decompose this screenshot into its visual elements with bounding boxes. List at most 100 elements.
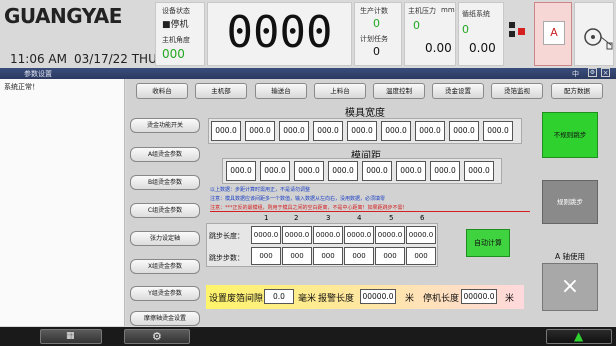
jump-length-cell[interactable]: 0000.0 [282, 226, 312, 244]
settings-button[interactable]: ⚙ [124, 329, 190, 344]
jump-steps-cell[interactable]: 000 [251, 247, 281, 265]
mold-width-cell[interactable]: 000.0 [313, 121, 343, 141]
sidebar: 系统正常！ [0, 79, 125, 326]
jump-steps-cell[interactable]: 000 [344, 247, 374, 265]
jump-steps-label: 跳步步数： [209, 254, 244, 262]
production-count-label: 生产计数 [360, 7, 388, 15]
mold-gap-cell[interactable]: 000.0 [430, 161, 460, 181]
column-header: 2 [294, 214, 299, 222]
alarm-length-input[interactable]: 00000.0 [360, 289, 396, 304]
clock-time: 11:06 AM [10, 52, 67, 66]
mold-gap-cell[interactable]: 000.0 [260, 161, 290, 181]
system-status: 系统正常！ [4, 83, 39, 91]
pressure-unit: mm [441, 6, 455, 14]
nav-button-foil-settings[interactable]: 烫金设置 [432, 83, 484, 99]
language-toggle[interactable]: 中 [572, 69, 579, 79]
a-axis-toggle[interactable]: × [542, 263, 598, 311]
gear-icon: ⚙ [152, 330, 162, 343]
roll-icon [584, 28, 613, 50]
mold-width-cell[interactable]: 000.0 [449, 121, 479, 141]
stop-length-label: 停机长度 [423, 294, 460, 304]
column-header: 6 [420, 214, 425, 222]
side-button-tension-axis[interactable]: 张力设定轴 [130, 231, 200, 246]
jump-length-cell[interactable]: 0000.0 [313, 226, 343, 244]
close-icon[interactable]: × [601, 68, 610, 77]
mold-gap-cell[interactable]: 000.0 [464, 161, 494, 181]
note-line-2: 注意：模具数据应该间距多一个数值，输入数据从左向右，没用数据，必须填零 [210, 196, 386, 202]
plan-value: 0 [373, 45, 380, 58]
pressure-value: 0 [413, 19, 420, 32]
production-panel: 生产计数 0 计划任务 0 [354, 2, 402, 66]
window-titlebar: 参数设置 中 ⚙ × [0, 68, 616, 79]
side-button-group-a[interactable]: A组烫金参数 [130, 147, 200, 162]
jump-steps-cell[interactable]: 000 [313, 247, 343, 265]
coil-panel: 循纸系统 0 0.00 [458, 2, 504, 66]
side-button-group-x[interactable]: X组烫金参数 [130, 259, 200, 274]
coil-label: 循纸系统 [462, 10, 490, 18]
nav-button-receiving[interactable]: 收料台 [136, 83, 188, 99]
calendar-button[interactable]: ▦ [40, 329, 102, 344]
nav-button-main-unit[interactable]: 主机部 [195, 83, 247, 99]
jump-length-label: 跳步长度： [209, 232, 244, 240]
spindle-angle-value: 000 [162, 47, 185, 61]
mold-gap-cell[interactable]: 000.0 [226, 161, 256, 181]
nav-button-recipe[interactable]: 配方数据 [551, 83, 603, 99]
nav-button-foil-monitor[interactable]: 烫箔监视 [491, 83, 543, 99]
jump-length-cell[interactable]: 0000.0 [251, 226, 281, 244]
side-button-group-b[interactable]: B组烫金参数 [130, 175, 200, 190]
plan-label: 计划任务 [360, 35, 388, 43]
mold-gap-cell[interactable]: 000.0 [396, 161, 426, 181]
nav-button-conveyor[interactable]: 输送台 [255, 83, 307, 99]
nav-button-loader[interactable]: 上料台 [314, 83, 366, 99]
indicator-lights [506, 4, 532, 66]
main-counter-panel: 0000 [207, 2, 352, 66]
mold-width-cell[interactable]: 000.0 [381, 121, 411, 141]
alarm-button[interactable]: A [534, 2, 572, 66]
jump-steps-cell[interactable]: 000 [406, 247, 436, 265]
jump-steps-cell[interactable]: 000 [375, 247, 405, 265]
settings-icon[interactable]: ⚙ [588, 68, 597, 77]
pressure-value-2: 0.00 [425, 41, 452, 55]
mold-width-cell[interactable]: 000.0 [279, 121, 309, 141]
brand-logo: GUANGYAE [4, 4, 122, 28]
production-count-value: 0 [373, 17, 380, 30]
mold-width-cell[interactable]: 000.0 [211, 121, 241, 141]
indicator-dark-1 [509, 22, 515, 28]
jump-length-cell[interactable]: 0000.0 [375, 226, 405, 244]
alarm-label: A [543, 21, 565, 45]
device-status-panel: 设备状态 ■停机 主机角度 000 [155, 2, 205, 66]
side-button-group-y[interactable]: Y组烫金参数 [130, 286, 200, 301]
jump-steps-cell[interactable]: 000 [282, 247, 312, 265]
alarm-length-label: 报警长度 [318, 294, 355, 304]
mold-width-cell[interactable]: 000.0 [347, 121, 377, 141]
regular-jump-button[interactable]: 规则跳步 [542, 180, 598, 224]
waste-gap-unit: 毫米 [298, 294, 317, 304]
irregular-jump-button[interactable]: 不规则跳步 [542, 112, 598, 158]
column-header: 3 [326, 214, 331, 222]
column-header: 5 [389, 214, 394, 222]
jump-length-cell[interactable]: 0000.0 [344, 226, 374, 244]
jump-length-cell[interactable]: 0000.0 [406, 226, 436, 244]
home-button[interactable]: ▲ [546, 329, 612, 344]
mold-gap-cell[interactable]: 000.0 [328, 161, 358, 181]
clock-date: 03/17/22 THU [74, 52, 157, 66]
mold-width-cell[interactable]: 000.0 [415, 121, 445, 141]
mold-width-cell[interactable]: 000.0 [483, 121, 513, 141]
calendar-icon: ▦ [66, 331, 75, 341]
side-button-group-c[interactable]: C组烫金参数 [130, 203, 200, 218]
nav-button-temperature[interactable]: 温度控制 [373, 83, 425, 99]
mold-gap-cell[interactable]: 000.0 [362, 161, 392, 181]
side-button-function-switch[interactable]: 烫金功能开关 [130, 118, 200, 133]
spindle-angle-label: 主机角度 [162, 36, 190, 44]
device-status-value: ■停机 [162, 20, 189, 30]
mold-width-cell[interactable]: 000.0 [245, 121, 275, 141]
stop-length-input[interactable]: 00000.0 [461, 289, 497, 304]
waste-gap-input[interactable]: 0.0 [264, 289, 294, 304]
stop-length-unit: 米 [505, 294, 515, 304]
mold-gap-cell[interactable]: 000.0 [294, 161, 324, 181]
indicator-red [518, 28, 525, 35]
x-close-icon: × [560, 274, 580, 299]
side-button-friction-axis[interactable]: 摩擦轴烫金设置 [130, 311, 200, 326]
auto-calc-button[interactable]: 自动计算 [466, 229, 510, 257]
a-axis-label: A 轴使用 [554, 252, 585, 261]
